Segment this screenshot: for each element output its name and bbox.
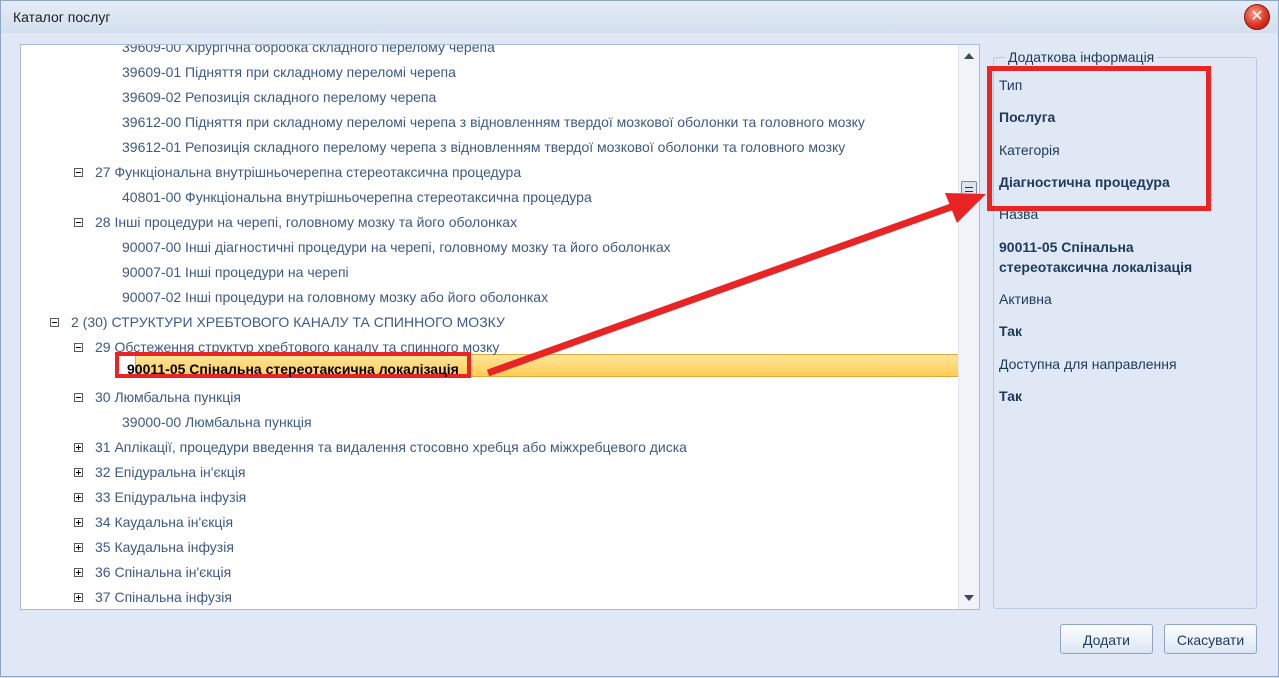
tree-row[interactable]: 35 Каудальна інфузія bbox=[74, 535, 234, 559]
highlight-box bbox=[987, 66, 1211, 211]
tree-row-label: 40801-00 Функціональна внутрішньочерепна… bbox=[122, 189, 592, 205]
expand-icon[interactable] bbox=[74, 517, 83, 527]
tree-row-label: 35 Каудальна інфузія bbox=[95, 539, 234, 555]
tree-row[interactable]: 39000-00 Люмбальна пункція bbox=[122, 410, 312, 434]
tree-row-label: 39609-02 Репозиція складного перелому че… bbox=[122, 89, 437, 105]
tree-row[interactable]: 32 Епідуральна ін'єкція bbox=[74, 460, 245, 484]
tree-row-label: 30 Люмбальна пункція bbox=[95, 389, 241, 405]
expand-icon[interactable] bbox=[74, 442, 83, 452]
name-value: 90011-05 Спінальна стереотаксична локалі… bbox=[999, 239, 1193, 275]
expand-icon[interactable] bbox=[74, 542, 83, 552]
cancel-button[interactable]: Скасувати bbox=[1164, 624, 1257, 654]
collapse-icon[interactable] bbox=[74, 342, 83, 352]
tree-row-label: 36 Спінальна ін'єкція bbox=[95, 564, 232, 580]
referral-label: Доступна для направлення bbox=[999, 356, 1177, 372]
tree-row-label: 28 Інші процедури на черепі, головному м… bbox=[95, 214, 518, 230]
tree-row[interactable]: 39609-01 Підняття при складному переломі… bbox=[122, 60, 456, 84]
tree-row[interactable]: 31 Аплікації, процедури введення та вида… bbox=[74, 435, 687, 459]
tree-row-label: 33 Епідуральна інфузія bbox=[95, 489, 247, 505]
scroll-up-icon[interactable] bbox=[964, 53, 974, 59]
tree-row[interactable]: 33 Епідуральна інфузія bbox=[74, 485, 246, 509]
tree-row-label: 31 Аплікації, процедури введення та вида… bbox=[95, 439, 687, 455]
selected-item-label[interactable]: 90011-05 Спінальна стереотаксична локалі… bbox=[115, 352, 471, 378]
tree-row-label: 39609-00 Хірургічна обробка складного пе… bbox=[122, 44, 495, 55]
add-button[interactable]: Додати bbox=[1060, 624, 1153, 654]
title-bar: Каталог послуг ✕ bbox=[1, 1, 1278, 33]
tree-row[interactable]: 39609-02 Репозиція складного перелому че… bbox=[122, 85, 436, 109]
tree-row-label: 27 Функціональна внутрішньочерепна стере… bbox=[95, 164, 522, 180]
tree-row[interactable]: 28 Інші процедури на черепі, головному м… bbox=[74, 210, 517, 234]
tree-row[interactable]: 90007-00 Інші діагностичні процедури на … bbox=[122, 235, 671, 259]
info-legend: Додаткова інформація bbox=[1005, 49, 1158, 65]
tree-row-label: 37 Спінальна інфузія bbox=[95, 589, 232, 605]
tree-row[interactable]: 30 Люмбальна пункція bbox=[74, 385, 241, 409]
active-label: Активна bbox=[999, 291, 1052, 307]
close-icon[interactable]: ✕ bbox=[1244, 4, 1270, 30]
collapse-icon[interactable] bbox=[74, 392, 83, 402]
tree-row-label: 90007-02 Інші процедури на головному моз… bbox=[122, 289, 549, 305]
referral-value: Так bbox=[999, 388, 1022, 404]
tree-row[interactable]: 2 (30) СТРУКТУРИ ХРЕБТОВОГО КАНАЛУ ТА СП… bbox=[50, 310, 505, 334]
tree-row-label: 34 Каудальна ін'єкція bbox=[95, 514, 234, 530]
dialog-window: Каталог послуг ✕ 39609-00 Хірургічна обр… bbox=[0, 0, 1279, 677]
tree-row[interactable]: 39609-00 Хірургічна обробка складного пе… bbox=[122, 44, 495, 59]
tree-row[interactable]: 39612-01 Репозиція складного перелому че… bbox=[122, 135, 845, 159]
expand-icon[interactable] bbox=[74, 492, 83, 502]
tree-row[interactable]: 40801-00 Функціональна внутрішньочерепна… bbox=[122, 185, 592, 209]
collapse-icon[interactable] bbox=[50, 317, 59, 327]
tree-row-label: 39612-01 Репозиція складного перелому че… bbox=[122, 139, 846, 155]
collapse-icon[interactable] bbox=[74, 217, 83, 227]
collapse-icon[interactable] bbox=[74, 167, 83, 177]
tree-row-label: 90007-00 Інші діагностичні процедури на … bbox=[122, 239, 671, 255]
service-tree[interactable]: 39609-00 Хірургічна обробка складного пе… bbox=[20, 44, 980, 610]
tree-row[interactable]: 37 Спінальна інфузія bbox=[74, 585, 232, 609]
window-title: Каталог послуг bbox=[13, 9, 111, 25]
tree-row[interactable]: 90007-02 Інші процедури на головному моз… bbox=[122, 285, 548, 309]
scroll-down-icon[interactable] bbox=[964, 595, 974, 601]
tree-row-label: 2 (30) СТРУКТУРИ ХРЕБТОВОГО КАНАЛУ ТА СП… bbox=[71, 314, 505, 330]
tree-row[interactable]: 39612-00 Підняття при складному переломі… bbox=[122, 110, 865, 134]
tree-row[interactable]: 90007-01 Інші процедури на черепі bbox=[122, 260, 349, 284]
expand-icon[interactable] bbox=[74, 567, 83, 577]
tree-row-label: 32 Епідуральна ін'єкція bbox=[95, 464, 246, 480]
expand-icon[interactable] bbox=[74, 592, 83, 602]
tree-row-label: 39609-01 Підняття при складному переломі… bbox=[122, 64, 456, 80]
scroll-thumb[interactable] bbox=[961, 181, 977, 203]
tree-row[interactable]: 34 Каудальна ін'єкція bbox=[74, 510, 233, 534]
tree-row[interactable]: 27 Функціональна внутрішньочерепна стере… bbox=[74, 160, 521, 184]
tree-row-label: 39612-00 Підняття при складному переломі… bbox=[122, 114, 865, 130]
tree-row-label: 90007-01 Інші процедури на черепі bbox=[122, 264, 349, 280]
tree-row-label: 39000-00 Люмбальна пункція bbox=[122, 414, 312, 430]
expand-icon[interactable] bbox=[74, 467, 83, 477]
tree-row[interactable]: 36 Спінальна ін'єкція bbox=[74, 560, 231, 584]
active-value: Так bbox=[999, 323, 1022, 339]
tree-scrollbar[interactable] bbox=[958, 45, 979, 609]
